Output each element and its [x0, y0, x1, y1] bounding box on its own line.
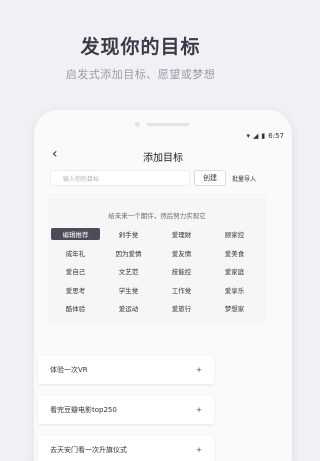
bulk-import-button[interactable]: 批量导入	[232, 174, 256, 183]
add-plus-icon[interactable]: +	[196, 406, 202, 414]
suggestion-hint: 给未来一个期许，然后努力实现它	[108, 212, 206, 220]
signal-icon: ◢	[253, 131, 259, 140]
goal-item-label: 去天安门看一次升旗仪式	[50, 446, 127, 454]
battery-icon: ▮	[261, 131, 266, 140]
camera-dot	[135, 122, 140, 127]
goal-input[interactable]: 输入你的目标	[50, 170, 190, 186]
category-tag[interactable]: 技能控	[157, 265, 206, 277]
category-tag[interactable]: 爱思考	[51, 284, 100, 296]
category-tag[interactable]: 工作党	[157, 284, 206, 296]
category-tag-grid: 编辑推荐 剁手党 爱理财 顾家控 成年礼 因为爱情 爱友情 爱美食 爱自己 文艺…	[51, 228, 259, 314]
goal-item[interactable]: 去天安门看一次升旗仪式 +	[38, 436, 214, 461]
add-plus-icon[interactable]: +	[196, 446, 202, 454]
status-bar: ▾ ◢ ▮ 6:57	[247, 130, 285, 142]
hero-title: 发现你的目标	[80, 36, 201, 58]
suggestion-card: 给未来一个期许，然后努力实现它 编辑推荐 剁手党 爱理财 顾家控 成年礼 因为爱…	[48, 194, 266, 324]
category-tag[interactable]: 爱自己	[51, 265, 100, 277]
phone-earpiece	[34, 121, 292, 129]
category-tag[interactable]: 爱美食	[210, 247, 259, 259]
category-tag[interactable]: 学生党	[104, 284, 153, 296]
category-tag[interactable]: 爱享乐	[210, 284, 259, 296]
goal-item-label: 体验一次VR	[50, 366, 88, 374]
category-tag[interactable]: 酷体验	[51, 302, 100, 314]
wifi-icon: ▾	[246, 131, 251, 140]
category-tag[interactable]: 梦想家	[210, 302, 259, 314]
category-tag[interactable]: 编辑推荐	[51, 228, 100, 240]
status-time: 6:57	[268, 132, 284, 140]
category-tag[interactable]: 剁手党	[104, 228, 153, 240]
category-tag[interactable]: 成年礼	[51, 247, 100, 259]
speaker-slot	[147, 123, 189, 126]
nav-header: ‹ 添加目标	[34, 146, 292, 164]
category-tag[interactable]: 爱旅行	[157, 302, 206, 314]
goal-item-label: 看完豆瓣电影top250	[50, 406, 117, 414]
category-tag[interactable]: 爱友情	[157, 247, 206, 259]
page-title: 添加目标	[143, 153, 183, 164]
category-tag[interactable]: 爱运动	[104, 302, 153, 314]
category-tag[interactable]: 爱理财	[157, 228, 206, 240]
add-plus-icon[interactable]: +	[196, 366, 202, 374]
category-tag[interactable]: 顾家控	[210, 228, 259, 240]
category-tag[interactable]: 因为爱情	[104, 247, 153, 259]
goal-item[interactable]: 看完豆瓣电影top250 +	[38, 396, 214, 424]
goal-input-row: 输入你的目标 创建 批量导入	[50, 170, 288, 186]
hero-subtitle: 启发式添加目标、愿望或梦想	[65, 68, 216, 81]
goal-item[interactable]: 体验一次VR +	[38, 356, 214, 384]
create-button[interactable]: 创建	[194, 170, 226, 186]
category-tag[interactable]: 文艺范	[104, 265, 153, 277]
category-tag[interactable]: 爱家庭	[210, 265, 259, 277]
